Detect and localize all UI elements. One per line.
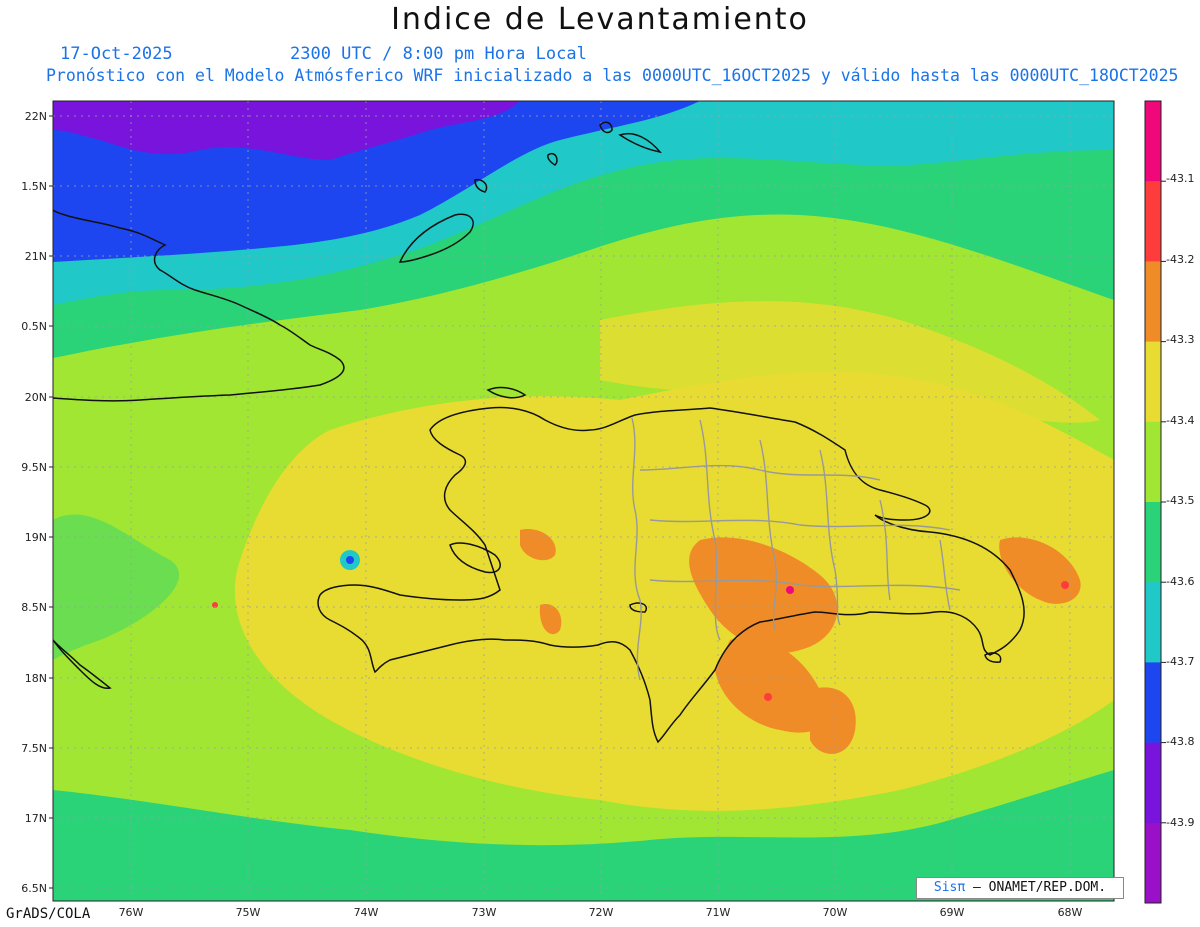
lat-label: 8.5N: [21, 601, 47, 614]
colorbar-swatch: [1145, 421, 1161, 503]
colorbar-label: -43.7: [1166, 655, 1194, 668]
colorbar-swatch: [1145, 662, 1161, 744]
sispi-logo: Sisπ: [933, 880, 966, 895]
field-blue-spot: [346, 556, 354, 564]
colorbar: [1144, 100, 1166, 904]
colorbar-label: -43.5: [1166, 494, 1194, 507]
lat-label: 1.5N: [21, 180, 47, 193]
lat-label: 6.5N: [21, 882, 47, 895]
lon-label: 72W: [589, 906, 614, 919]
colorbar-label: -43.2: [1166, 253, 1194, 266]
lon-label: 68W: [1058, 906, 1083, 919]
colorbar-swatch: [1145, 341, 1161, 423]
lon-label: 76W: [119, 906, 144, 919]
colorbar-swatch: [1145, 502, 1161, 583]
lat-label: 17N: [25, 812, 47, 825]
colorbar-labels: -43.1 -43.2 -43.3 -43.4 -43.5 -43.6 -43.…: [1166, 172, 1194, 829]
colorbar-swatch: [1145, 582, 1161, 663]
colorbar-swatch: [1145, 742, 1161, 824]
colorbar-label: -43.6: [1166, 575, 1194, 588]
colorbar-label: -43.3: [1166, 333, 1194, 346]
lat-ticks: [49, 115, 53, 889]
field-red-spot-1: [764, 693, 772, 701]
lon-label: 71W: [706, 906, 731, 919]
lat-label: 7.5N: [21, 742, 47, 755]
credit-box: Sisπ – ONAMET/REP.DOM.: [916, 877, 1124, 899]
lat-label: 19N: [25, 531, 47, 544]
lat-label: 22N: [25, 110, 47, 123]
lat-label: 0.5N: [21, 320, 47, 333]
lon-label: 69W: [940, 906, 965, 919]
lat-label: 9.5N: [21, 461, 47, 474]
colorbar-swatch: [1145, 101, 1161, 182]
lat-label: 21N: [25, 250, 47, 263]
grads-footer: GrADS/COLA: [6, 906, 91, 922]
colorbar-label: -43.4: [1166, 414, 1194, 427]
colorbar-label: -43.8: [1166, 735, 1194, 748]
credit-text: – ONAMET/REP.DOM.: [973, 880, 1107, 895]
field-magenta-spot-1: [786, 586, 794, 594]
lifted-index-map: 22N 1.5N 21N 0.5N 20N 9.5N 19N 8.5N 18N …: [21, 100, 1194, 919]
contour-field: [53, 101, 1114, 901]
colorbar-swatch: [1145, 261, 1161, 343]
lon-label: 70W: [823, 906, 848, 919]
lat-label: 18N: [25, 672, 47, 685]
lon-label: 73W: [472, 906, 497, 919]
lon-label: 74W: [354, 906, 379, 919]
colorbar-swatch: [1145, 181, 1161, 262]
colorbar-label: -43.1: [1166, 172, 1194, 185]
colorbar-swatch: [1145, 822, 1161, 904]
lat-labels: 22N 1.5N 21N 0.5N 20N 9.5N 19N 8.5N 18N …: [21, 110, 47, 895]
lon-label: 75W: [236, 906, 261, 919]
field-red-spot-2: [1061, 581, 1069, 589]
colorbar-label: -43.9: [1166, 816, 1194, 829]
lat-label: 20N: [25, 391, 47, 404]
lon-labels: 76W 75W 74W 73W 72W 71W 70W 69W 68W: [119, 906, 1083, 919]
